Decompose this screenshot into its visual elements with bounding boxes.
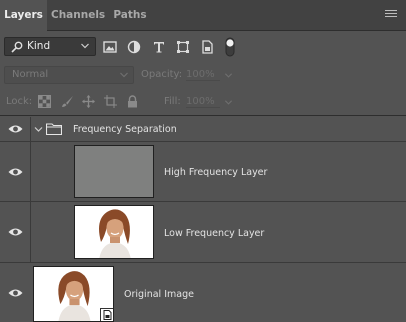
layer-thumbnail: [74, 145, 154, 198]
lock-image-pixels-icon[interactable]: [61, 95, 74, 108]
filter-kind-select[interactable]: Kind: [4, 37, 96, 56]
tab-layers[interactable]: Layers: [0, 0, 47, 32]
blend-mode-value: Normal: [12, 69, 49, 80]
layer-row-low-frequency[interactable]: Low Frequency Layer: [0, 202, 406, 263]
blend-row: Normal Opacity: 100%: [0, 62, 406, 88]
eye-icon[interactable]: [8, 167, 23, 177]
chevron-down-icon[interactable]: [224, 98, 233, 107]
layers-list: Frequency Separation High Frequency Laye…: [0, 117, 406, 322]
portrait-thumbnail-image: [75, 206, 153, 258]
panel-menu-icon[interactable]: [385, 10, 397, 20]
opacity-label: Opacity:: [141, 69, 183, 80]
opacity-input[interactable]: 100%: [186, 69, 220, 81]
panel-menu-line: [385, 13, 397, 14]
fill-input[interactable]: 100%: [186, 96, 220, 108]
lock-transparent-pixels-icon[interactable]: [38, 95, 51, 108]
folder-icon: [46, 123, 62, 135]
chevron-down-icon[interactable]: [34, 126, 43, 133]
lock-all-icon[interactable]: [126, 95, 139, 108]
smart-object-filter-icon[interactable]: [199, 39, 215, 55]
pixel-layer-filter-icon[interactable]: [102, 39, 118, 55]
layer-row-high-frequency[interactable]: High Frequency Layer: [0, 142, 406, 202]
eye-icon[interactable]: [8, 124, 23, 134]
visibility-cell: [0, 117, 31, 141]
chevron-down-icon: [81, 43, 89, 49]
layer-group-row[interactable]: Frequency Separation: [0, 117, 406, 142]
blend-mode-select[interactable]: Normal: [4, 66, 134, 84]
tab-channels[interactable]: Channels: [51, 0, 105, 31]
filter-row: Kind: [0, 32, 406, 61]
panel-tab-bar: Layers Channels Paths: [0, 0, 406, 32]
lock-artboard-icon[interactable]: [104, 95, 117, 108]
chevron-down-icon: [120, 72, 128, 78]
eye-icon[interactable]: [8, 288, 23, 298]
layer-group-name: Frequency Separation: [73, 124, 177, 135]
fill-label: Fill:: [164, 96, 181, 107]
layer-name: High Frequency Layer: [164, 167, 268, 178]
layer-name: Original Image: [124, 289, 194, 300]
smart-object-icon: [103, 310, 112, 320]
adjustment-layer-filter-icon[interactable]: [126, 39, 142, 55]
visibility-cell: [0, 263, 31, 322]
eye-icon[interactable]: [8, 227, 23, 237]
lock-position-icon[interactable]: [82, 95, 95, 108]
panel-menu-line: [385, 16, 397, 17]
filter-toggle-icon[interactable]: [223, 37, 237, 57]
layer-thumbnail: [74, 205, 154, 259]
visibility-cell: [0, 142, 31, 201]
layer-row-original-image[interactable]: Original Image: [0, 263, 406, 322]
layer-thumbnail: [33, 266, 114, 322]
lock-label: Lock:: [6, 96, 33, 107]
layers-panel: Layers Channels Paths Kind Normal Opacit…: [0, 0, 406, 322]
shape-layer-filter-icon[interactable]: [175, 39, 191, 55]
layer-name: Low Frequency Layer: [164, 228, 265, 239]
visibility-cell: [0, 202, 31, 262]
filter-kind-label: Kind: [27, 40, 51, 52]
type-layer-filter-icon[interactable]: [151, 39, 167, 55]
lock-row: Lock: Fill: 100%: [0, 88, 406, 116]
tab-paths[interactable]: Paths: [109, 0, 151, 31]
search-icon: [11, 41, 23, 53]
panel-menu-line: [385, 10, 397, 11]
smart-object-badge: [100, 308, 113, 321]
chevron-down-icon[interactable]: [224, 71, 233, 80]
